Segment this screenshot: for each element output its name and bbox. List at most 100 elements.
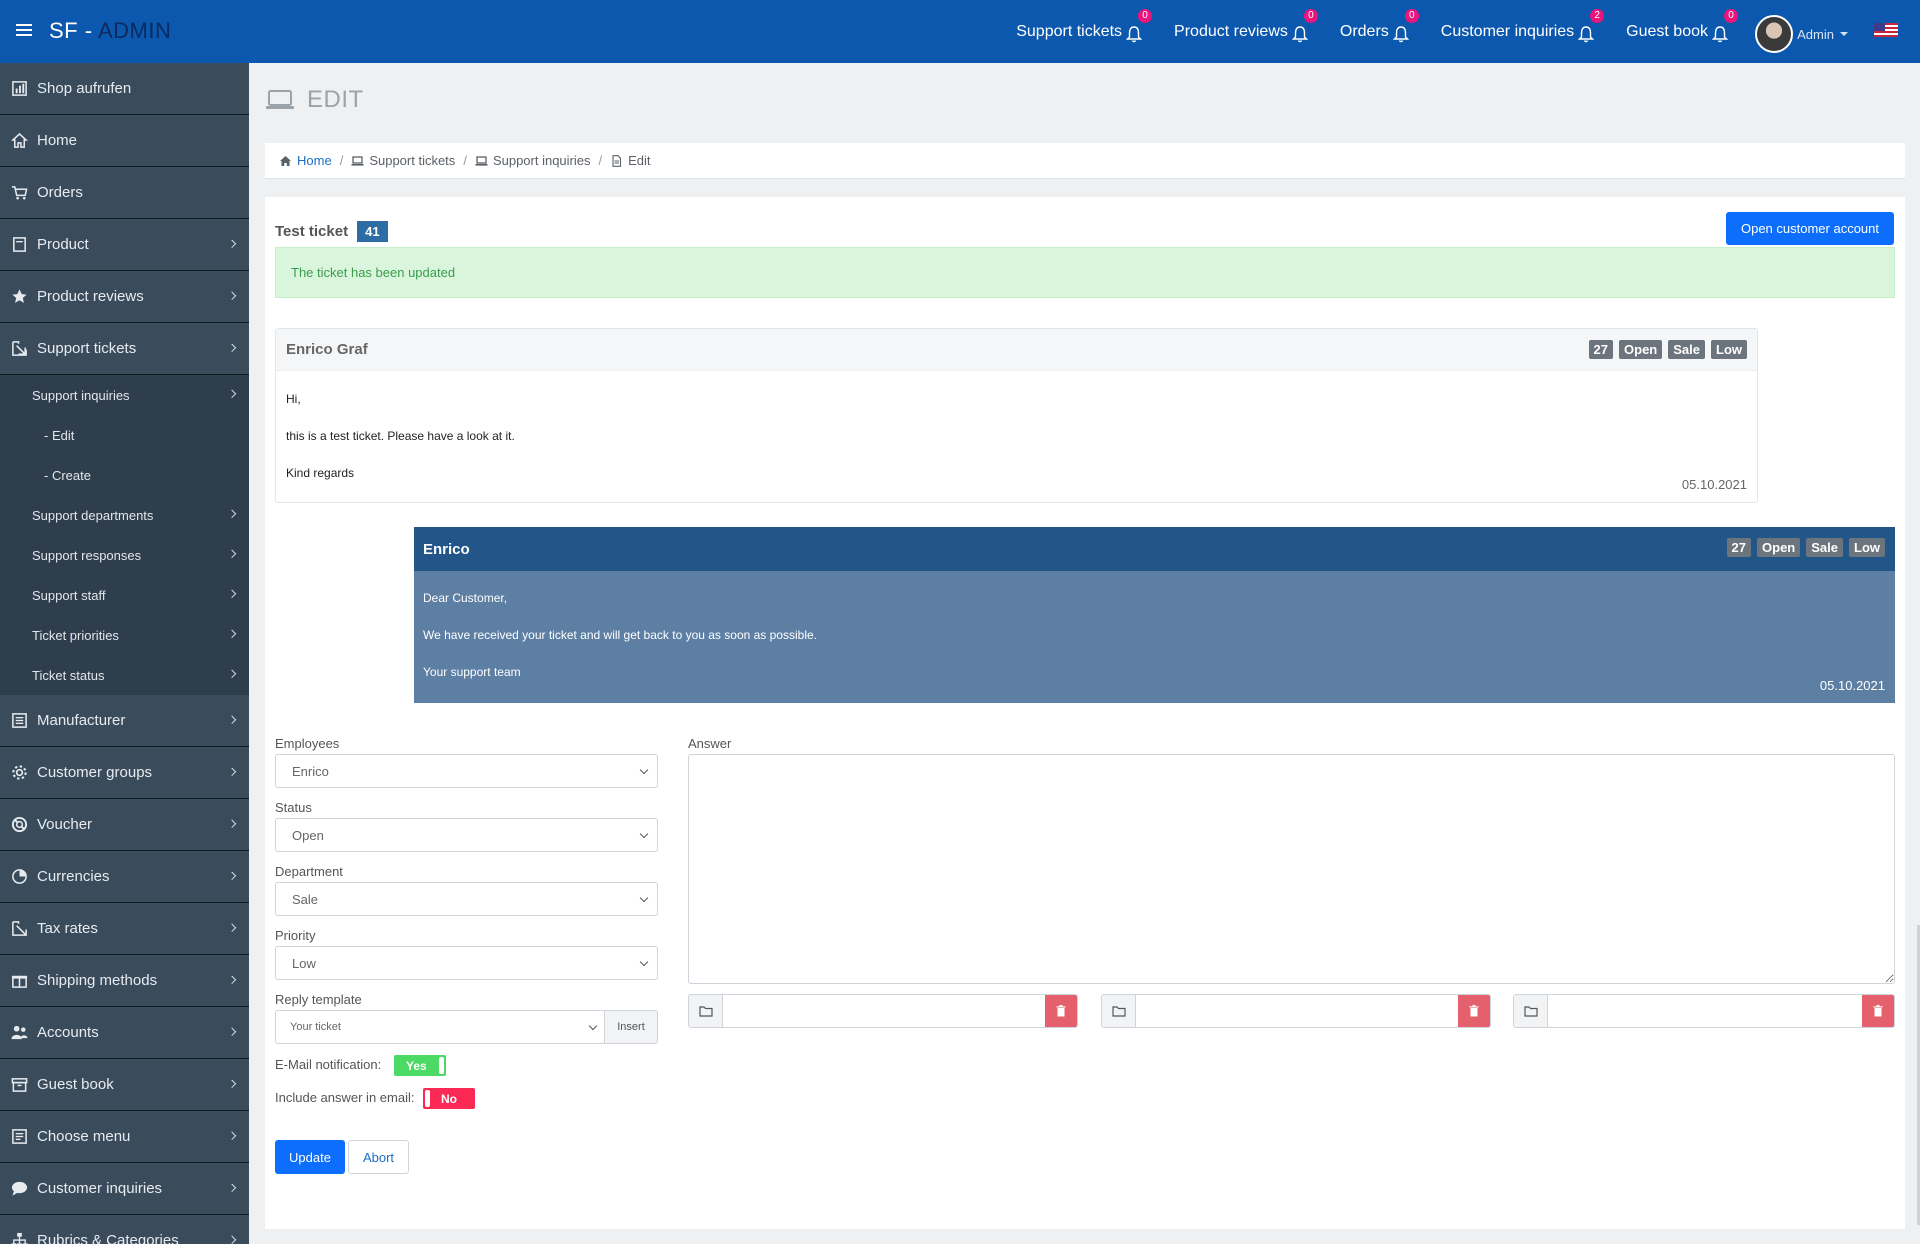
sidebar-item-label: Currencies — [37, 868, 110, 885]
sidebar-item-home[interactable]: Home — [0, 115, 249, 167]
sidebar-item-choose-menu[interactable]: Choose menu — [0, 1111, 249, 1163]
topnav-customer-inquiries[interactable]: Customer inquiries 2 — [1441, 8, 1605, 43]
abort-button[interactable]: Abort — [348, 1140, 409, 1174]
menu-toggle-icon[interactable] — [16, 24, 32, 36]
sidebar-item-manufacturer[interactable]: Manufacturer — [0, 695, 249, 747]
answer-textarea[interactable] — [688, 754, 1895, 984]
sidebar-item-currencies[interactable]: Currencies — [0, 851, 249, 903]
brand-logo[interactable]: SF - ADMIN — [49, 18, 171, 44]
breadcrumb: Home / Support tickets / Support inquiri… — [265, 143, 1905, 179]
message-line: Kind regards — [286, 466, 355, 480]
employees-label: Employees — [275, 736, 340, 751]
bell-icon[interactable]: 0 — [1125, 8, 1153, 43]
topnav-guest-book[interactable]: Guest book 0 — [1626, 8, 1738, 43]
bell-icon[interactable]: 0 — [1392, 8, 1419, 43]
sidebar-subitem-ticket-status[interactable]: Ticket status — [0, 655, 249, 695]
folder-icon[interactable] — [1102, 995, 1136, 1027]
priority-label: Priority — [275, 928, 316, 943]
update-button[interactable]: Update — [275, 1140, 345, 1174]
sidebar-item-voucher[interactable]: Voucher — [0, 799, 249, 851]
bell-icon[interactable]: 2 — [1577, 8, 1605, 43]
attachment-filename-field[interactable] — [723, 995, 1045, 1027]
sidebar-subitem-support-staff[interactable]: Support staff — [0, 575, 249, 615]
trash-icon[interactable] — [1045, 995, 1077, 1027]
breadcrumb-home[interactable]: Home — [279, 153, 332, 168]
sidebar-item-tax-rates[interactable]: Tax rates — [0, 903, 249, 955]
breadcrumb-support-inquiries-label[interactable]: Support inquiries — [493, 153, 591, 168]
user-name[interactable]: Admin — [1797, 27, 1834, 42]
priority-badge: Low — [1711, 340, 1747, 359]
include-answer-toggle[interactable]: No — [423, 1088, 475, 1109]
email-notification-toggle[interactable]: Yes — [394, 1055, 446, 1076]
sidebar-subitem-ticket-priorities[interactable]: Ticket priorities — [0, 615, 249, 655]
breadcrumb-separator: / — [598, 153, 603, 168]
sidebar-item-label: Product reviews — [37, 288, 144, 305]
sidebar-item-customer-inquiries[interactable]: Customer inquiries — [0, 1163, 249, 1215]
status-select-value: Open — [292, 827, 324, 843]
sidebar-subitem-support-responses[interactable]: Support responses — [0, 535, 249, 575]
include-answer-label: Include answer in email: — [275, 1090, 415, 1105]
topnav-label[interactable]: Support tickets — [1016, 23, 1122, 41]
sidebar-subitem-create[interactable]: - Create — [0, 455, 249, 495]
chart-icon — [10, 80, 28, 98]
notification-count-badge: 2 — [1590, 8, 1605, 23]
us-flag-icon[interactable] — [1874, 23, 1898, 37]
message-date: 05.10.2021 — [1681, 477, 1747, 492]
sidebar-item-rubrics-categories[interactable]: Rubrics & Categories — [0, 1215, 249, 1244]
sidebar-item-orders[interactable]: Orders — [0, 167, 249, 219]
reply-template-select[interactable]: Your ticket — [275, 1010, 605, 1044]
sidebar-item-customer-groups[interactable]: Customer groups — [0, 747, 249, 799]
laptop-icon — [475, 155, 488, 166]
priority-select[interactable]: Low — [275, 946, 658, 980]
sidebar-item-label: Tax rates — [37, 920, 98, 937]
breadcrumb-support-inquiries[interactable]: Support inquiries — [475, 153, 591, 168]
sidebar-item-product[interactable]: Product — [0, 219, 249, 271]
sidebar-item-guest-book[interactable]: Guest book — [0, 1059, 249, 1111]
breadcrumb-home-label[interactable]: Home — [297, 153, 332, 168]
topnav-label[interactable]: Customer inquiries — [1441, 23, 1574, 41]
topnav-support-tickets[interactable]: Support tickets 0 — [1016, 8, 1153, 43]
insert-template-button[interactable]: Insert — [604, 1010, 658, 1044]
sidebar-item-shipping-methods[interactable]: Shipping methods — [0, 955, 249, 1007]
topnav-product-reviews[interactable]: Product reviews 0 — [1174, 8, 1318, 43]
topnav-label[interactable]: Orders — [1340, 23, 1389, 41]
bell-icon[interactable]: 0 — [1711, 8, 1738, 43]
breadcrumb-support-tickets[interactable]: Support tickets — [351, 153, 455, 168]
attachment-filename-field[interactable] — [1136, 995, 1458, 1027]
topnav-label[interactable]: Product reviews — [1174, 23, 1288, 41]
user-menu[interactable]: Admin — [1755, 15, 1848, 53]
sidebar-item-support-tickets[interactable]: Support tickets — [0, 323, 249, 375]
sidebar-subitem-support-departments[interactable]: Support departments — [0, 495, 249, 535]
trash-icon[interactable] — [1458, 995, 1490, 1027]
department-select[interactable]: Sale — [275, 882, 658, 916]
sidebar-item-label: Customer groups — [37, 764, 153, 781]
home-icon — [280, 155, 291, 166]
folder-icon[interactable] — [689, 995, 723, 1027]
sidebar-item-product-reviews[interactable]: Product reviews — [0, 271, 249, 323]
status-select[interactable]: Open — [275, 818, 658, 852]
breadcrumb-support-tickets-label[interactable]: Support tickets — [369, 153, 455, 168]
topnav-label[interactable]: Guest book — [1626, 23, 1708, 41]
open-customer-account-button[interactable]: Open customer account — [1726, 212, 1894, 245]
ticket-icon — [10, 340, 28, 358]
sidebar-subitem-support-inquiries[interactable]: Support inquiries — [0, 375, 249, 415]
employees-select[interactable]: Enrico — [275, 754, 658, 788]
sidebar-item-shop-aufrufen[interactable]: Shop aufrufen — [0, 63, 249, 115]
sidebar-subitem-label: Support staff — [32, 587, 106, 603]
bell-icon[interactable]: 0 — [1291, 8, 1318, 43]
folder-icon[interactable] — [1514, 995, 1548, 1027]
breadcrumb-separator: / — [463, 153, 467, 168]
sidebar-subitem-edit[interactable]: - Edit — [0, 415, 249, 455]
trash-icon[interactable] — [1862, 995, 1894, 1027]
top-notifications: Support tickets 0 Product reviews 0 Orders 0 C… — [984, 0, 1738, 63]
chevron-right-icon — [227, 1079, 237, 1088]
sidebar-item-accounts[interactable]: Accounts — [0, 1007, 249, 1059]
sidebar-item-label: Orders — [37, 184, 83, 201]
status-label: Status — [275, 800, 312, 815]
avatar[interactable] — [1755, 15, 1794, 53]
department-select-value: Sale — [292, 891, 319, 907]
sidebar-subitem-label: Ticket priorities — [32, 627, 119, 643]
topnav-orders[interactable]: Orders 0 — [1340, 8, 1419, 43]
percent-icon — [10, 920, 28, 938]
attachment-filename-field[interactable] — [1548, 995, 1862, 1027]
